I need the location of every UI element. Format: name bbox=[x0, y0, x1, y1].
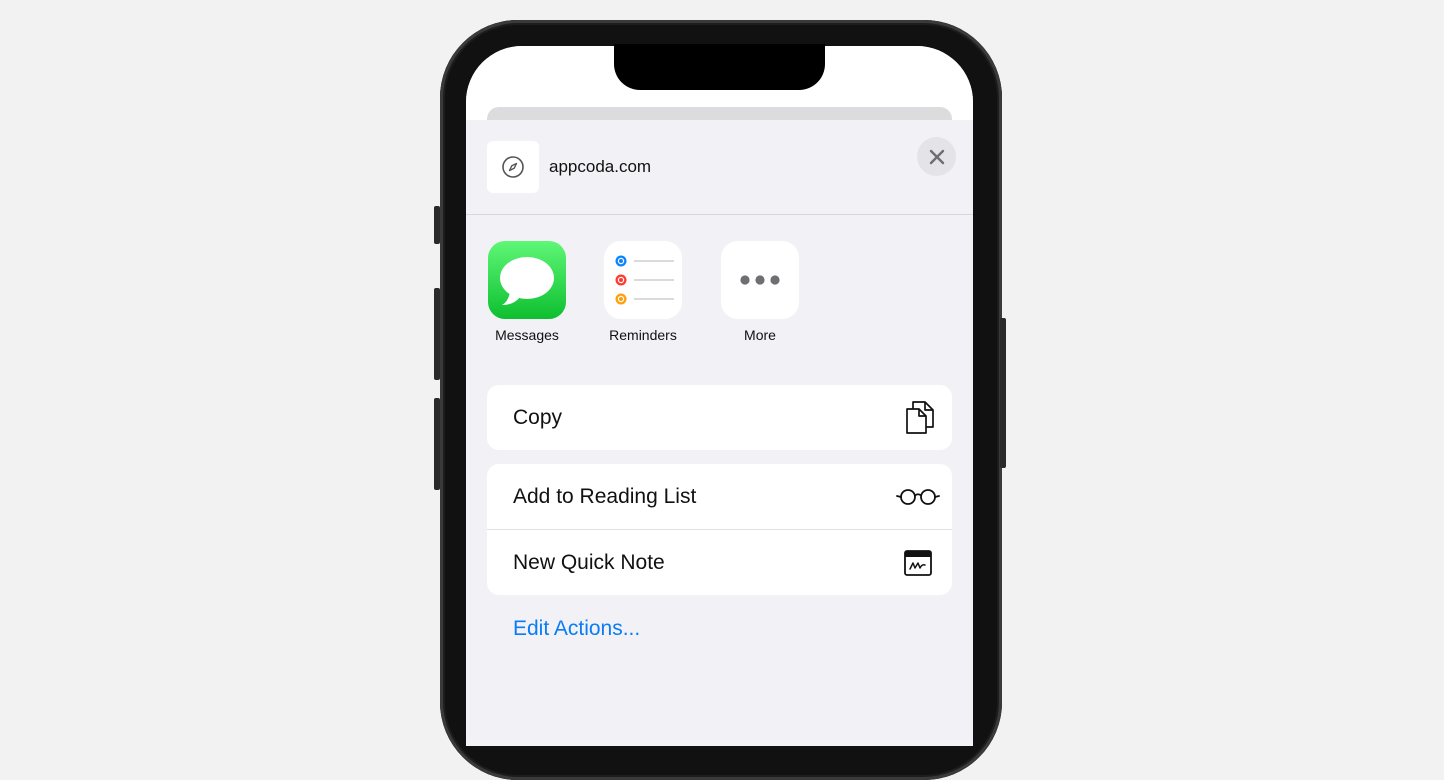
app-label: More bbox=[744, 327, 776, 343]
reminders-icon bbox=[604, 241, 682, 319]
close-icon bbox=[929, 149, 945, 165]
messages-icon bbox=[488, 241, 566, 319]
app-row: Messages Reminders More bbox=[466, 241, 973, 351]
share-sheet-header: appcoda.com bbox=[466, 120, 973, 215]
action-group-secondary: Add to Reading List New Quick Note bbox=[487, 464, 952, 595]
app-more[interactable]: More bbox=[712, 241, 808, 343]
app-label: Reminders bbox=[609, 327, 677, 343]
action-button bbox=[434, 206, 440, 244]
copy-icon bbox=[904, 400, 936, 436]
close-button[interactable] bbox=[917, 137, 956, 176]
app-messages[interactable]: Messages bbox=[479, 241, 575, 343]
action-label: Add to Reading List bbox=[513, 484, 697, 508]
site-thumbnail bbox=[487, 141, 539, 193]
share-sheet: appcoda.com Messages Reminders More Copy… bbox=[466, 120, 973, 740]
app-label: Messages bbox=[495, 327, 559, 343]
volume-up-button bbox=[434, 288, 440, 380]
compass-icon bbox=[501, 155, 525, 179]
action-label: Copy bbox=[513, 405, 563, 429]
app-reminders[interactable]: Reminders bbox=[595, 241, 691, 343]
copy-action[interactable]: Copy bbox=[487, 385, 952, 450]
more-icon bbox=[721, 241, 799, 319]
site-title: appcoda.com bbox=[549, 157, 652, 176]
new-quick-note-action[interactable]: New Quick Note bbox=[487, 529, 952, 595]
action-group-copy: Copy bbox=[487, 385, 952, 450]
volume-down-button bbox=[434, 398, 440, 490]
power-button bbox=[1000, 318, 1006, 468]
notch bbox=[614, 44, 825, 90]
quick-note-icon bbox=[904, 549, 932, 576]
action-label: New Quick Note bbox=[513, 550, 665, 574]
edit-actions-link[interactable]: Edit Actions... bbox=[513, 617, 640, 641]
glasses-icon bbox=[896, 487, 940, 507]
add-to-reading-list-action[interactable]: Add to Reading List bbox=[487, 464, 952, 529]
